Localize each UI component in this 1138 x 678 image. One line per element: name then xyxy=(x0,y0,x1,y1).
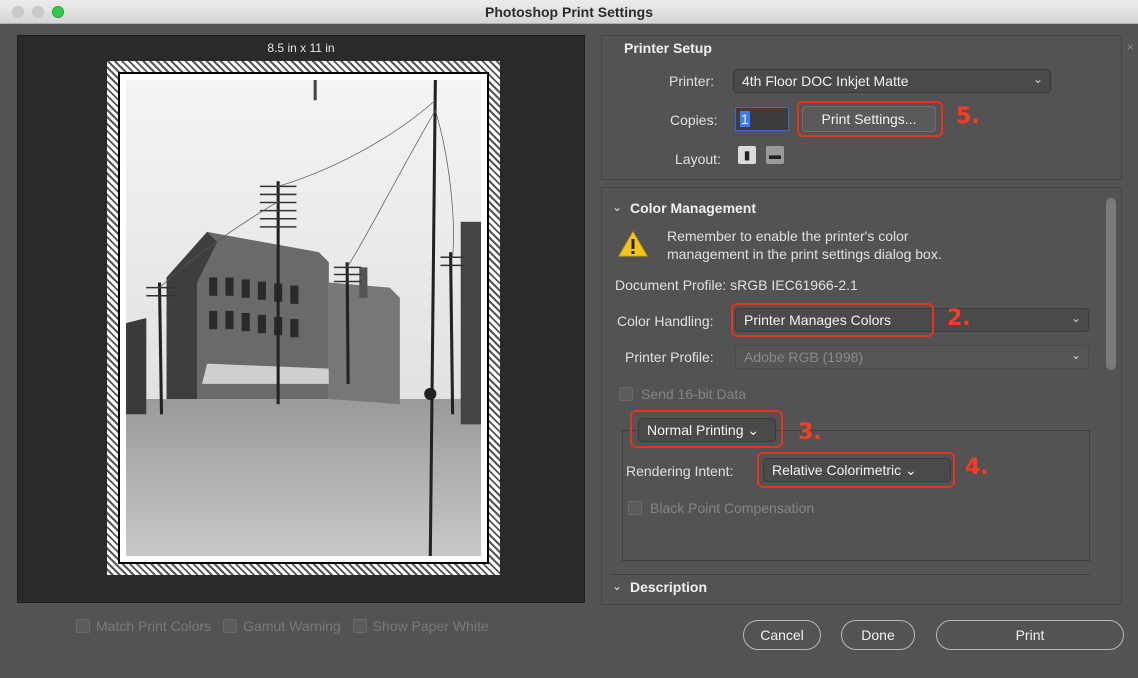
chevron-down-icon: ⌄ xyxy=(1032,72,1043,86)
group-border-right xyxy=(1089,430,1090,560)
gamut-warning-label: Gamut Warning xyxy=(243,618,341,634)
show-paper-white-label: Show Paper White xyxy=(372,618,489,634)
black-point-option[interactable]: Black Point Compensation xyxy=(628,500,814,516)
send-16bit-label: Send 16-bit Data xyxy=(641,386,747,402)
panel-close-icon[interactable]: × xyxy=(1127,40,1134,54)
image-frame xyxy=(118,72,489,564)
black-point-checkbox[interactable] xyxy=(628,501,642,515)
annotation-box-step5 xyxy=(797,101,943,137)
description-heading: Description xyxy=(630,579,708,595)
printer-setup-heading: Printer Setup xyxy=(624,40,712,56)
print-preview: 8.5 in x 11 in xyxy=(17,35,585,603)
rendering-intent-label: Rendering Intent: xyxy=(626,463,734,479)
send-16bit-option[interactable]: Send 16-bit Data xyxy=(619,386,746,402)
send-16bit-checkbox[interactable] xyxy=(619,387,633,401)
preview-options: Match Print Colors Gamut Warning Show Pa… xyxy=(76,618,489,634)
expand-chevron-icon[interactable]: ⌄ xyxy=(612,579,622,593)
gamut-warning-checkbox[interactable] xyxy=(223,619,238,633)
cancel-button[interactable]: Cancel xyxy=(743,620,821,650)
annotation-step4: 4. xyxy=(965,455,989,480)
annotation-step2: 2. xyxy=(947,306,971,331)
preview-photo xyxy=(126,80,481,556)
warning-icon xyxy=(618,231,648,257)
printer-profile-value: Adobe RGB (1998) xyxy=(744,349,864,365)
annotation-box-step4 xyxy=(757,452,955,488)
match-print-colors-option[interactable]: Match Print Colors xyxy=(76,618,211,634)
done-button[interactable]: Done xyxy=(841,620,915,650)
scrollbar-thumb[interactable] xyxy=(1106,198,1116,370)
document-profile: Document Profile: sRGB IEC61966-2.1 xyxy=(615,277,858,293)
portrait-layout-icon[interactable]: ▮ xyxy=(738,146,756,164)
printer-profile-select[interactable]: Adobe RGB (1998) ⌄ xyxy=(735,345,1089,369)
landscape-layout-icon[interactable]: ▬ xyxy=(766,146,784,164)
annotation-box-step3 xyxy=(630,410,783,448)
chevron-down-icon: ⌄ xyxy=(1070,311,1081,325)
color-management-heading: Color Management xyxy=(630,200,757,216)
color-handling-label: Color Handling: xyxy=(617,313,714,329)
warning-text-line2: management in the print settings dialog … xyxy=(667,246,942,262)
paper-page xyxy=(107,61,500,575)
group-border-bottom xyxy=(622,560,1090,561)
group-border-left xyxy=(622,430,623,560)
copies-label: Copies: xyxy=(670,112,718,128)
black-point-label: Black Point Compensation xyxy=(650,500,815,516)
printer-value: 4th Floor DOC Inkjet Matte xyxy=(742,73,909,89)
match-print-colors-checkbox[interactable] xyxy=(76,619,90,633)
paper-size-label: 8.5 in x 11 in xyxy=(267,41,335,55)
copies-input[interactable]: 1 xyxy=(735,107,789,131)
annotation-step5: 5. xyxy=(956,104,980,129)
show-paper-white-checkbox[interactable] xyxy=(352,619,367,633)
title-bar: Photoshop Print Settings xyxy=(0,0,1138,24)
match-print-colors-label: Match Print Colors xyxy=(96,618,212,634)
printer-label: Printer: xyxy=(669,73,715,89)
layout-label: Layout: xyxy=(675,151,721,167)
annotation-step3: 3. xyxy=(798,420,822,445)
print-button[interactable]: Print xyxy=(936,620,1124,650)
gamut-warning-option[interactable]: Gamut Warning xyxy=(223,618,341,634)
section-divider xyxy=(612,574,1090,575)
window-title: Photoshop Print Settings xyxy=(485,4,653,20)
copies-value: 1 xyxy=(740,111,750,127)
annotation-box-step2 xyxy=(731,303,934,337)
printer-profile-label: Printer Profile: xyxy=(625,349,714,365)
chevron-down-icon: ⌄ xyxy=(1070,348,1081,362)
printer-select[interactable]: 4th Floor DOC Inkjet Matte ⌄ xyxy=(733,69,1051,93)
warning-text-line1: Remember to enable the printer's color xyxy=(667,228,909,244)
show-paper-white-option[interactable]: Show Paper White xyxy=(352,618,489,634)
collapse-chevron-icon[interactable]: ⌄ xyxy=(612,200,622,214)
